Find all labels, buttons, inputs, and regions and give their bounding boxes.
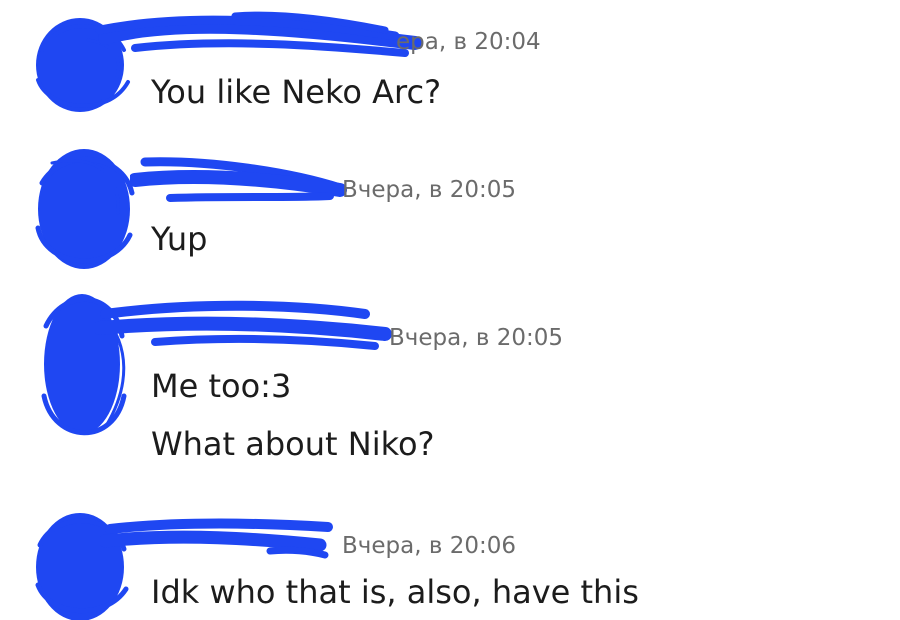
message-text[interactable]: Idk who that is, also, have this — [151, 576, 639, 608]
redacted-username — [100, 518, 333, 559]
message-text[interactable]: Me too:3 — [151, 370, 291, 402]
redacted-username — [130, 157, 347, 202]
message-timestamp: Вчера, в 20:05 — [342, 177, 516, 203]
redacted-username — [95, 300, 392, 350]
message-timestamp: ера, в 20:04 — [396, 29, 541, 55]
chat-message-list: ера, в 20:04 You like Neko Arc? Вчера, в… — [0, 0, 900, 620]
message-timestamp: Вчера, в 20:05 — [389, 325, 563, 351]
redacted-username — [95, 11, 422, 57]
message-text[interactable]: What about Niko? — [151, 428, 435, 460]
message-timestamp: Вчера, в 20:06 — [342, 533, 516, 559]
message-text[interactable]: Yup — [151, 223, 207, 255]
message-text[interactable]: You like Neko Arc? — [151, 76, 441, 108]
avatar[interactable] — [22, 143, 142, 278]
